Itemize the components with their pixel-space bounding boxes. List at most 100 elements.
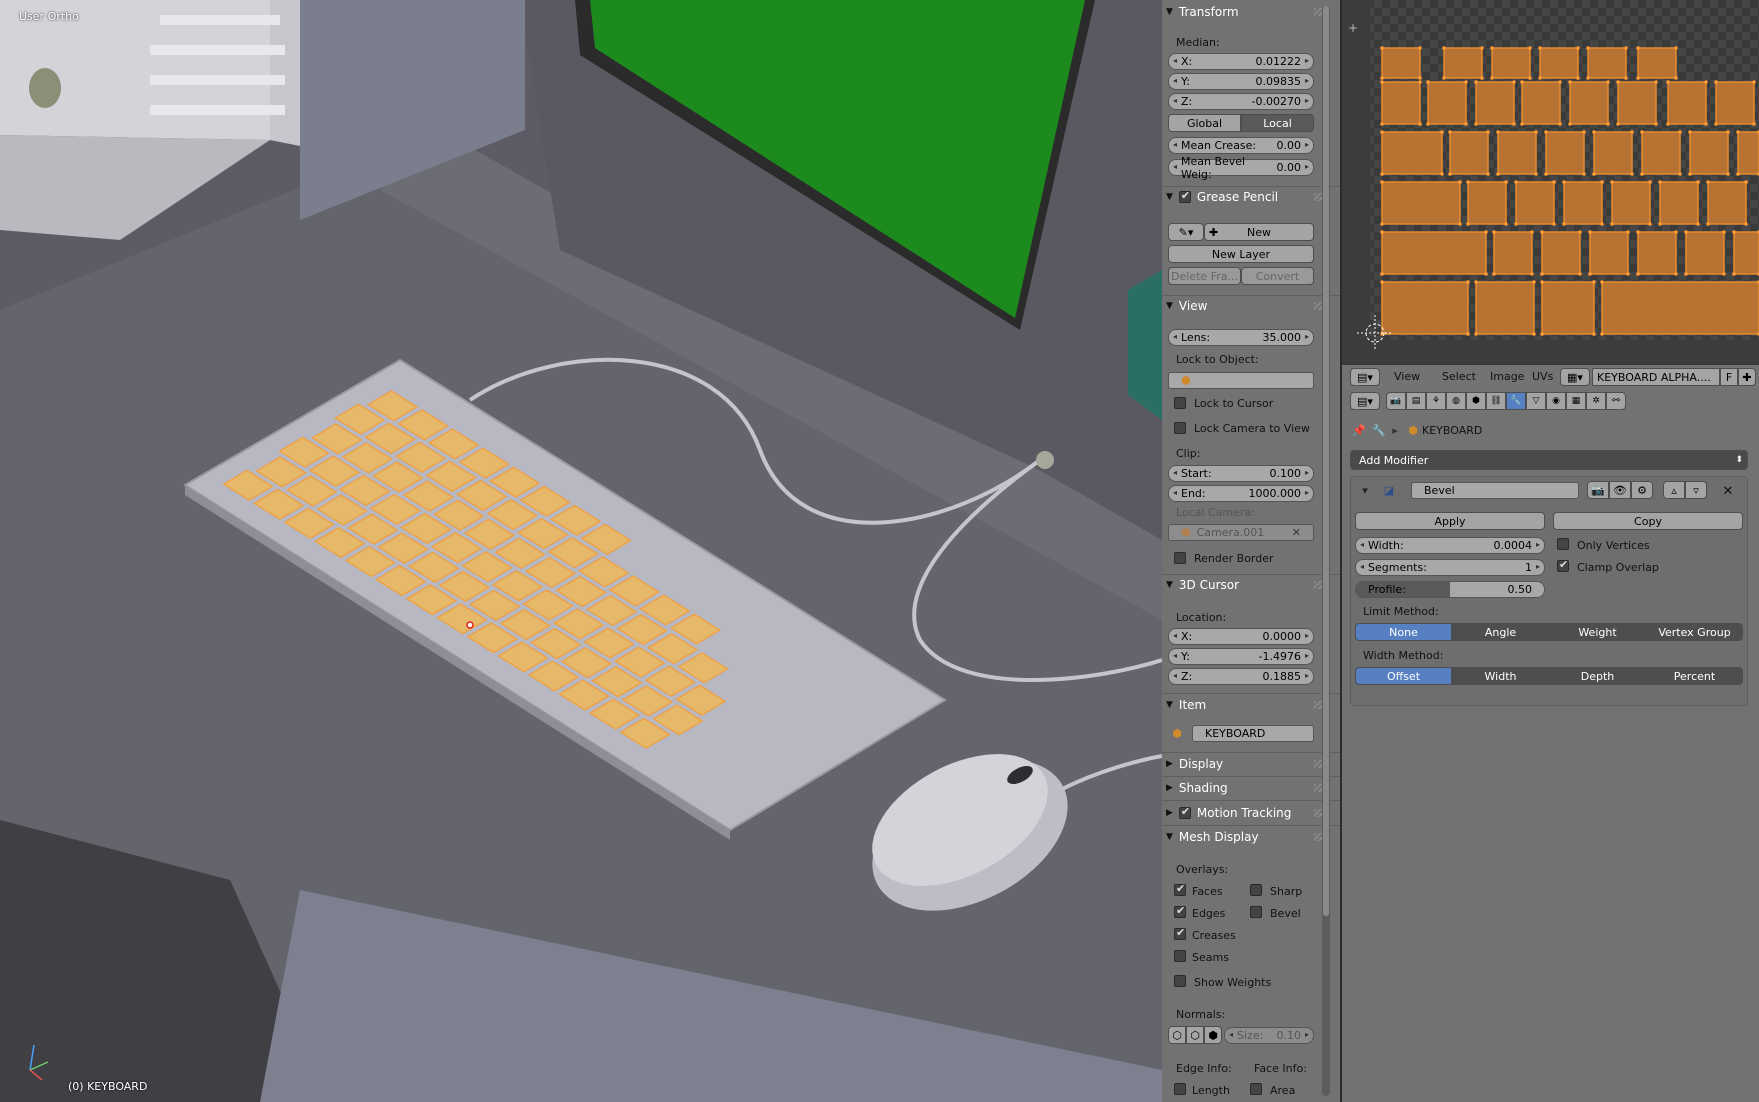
mean-crease-field[interactable]: ◂ Mean Crease: 0.00 ▸	[1168, 137, 1314, 154]
bevel-checkbox[interactable]	[1250, 906, 1262, 918]
image-name-field[interactable]: KEYBOARD ALPHA....	[1592, 368, 1720, 386]
width-method-depth-button[interactable]: Depth	[1549, 667, 1646, 685]
vertex-normals-icon[interactable]: ⬡	[1168, 1026, 1186, 1044]
show-weights-checkbox[interactable]	[1174, 975, 1186, 987]
grease-pencil-panel-header[interactable]: ▼Grease Pencil	[1166, 187, 1328, 207]
transform-panel-header[interactable]: ▼ Transform	[1166, 2, 1328, 22]
sidebar-scrollbar[interactable]	[1322, 6, 1330, 1096]
mesh-display-panel-header[interactable]: ▼ Mesh Display	[1166, 827, 1328, 847]
object-icon[interactable]: ⬢	[1466, 392, 1486, 410]
cursor-z-field[interactable]: ◂ Z: 0.1885 ▸	[1168, 668, 1314, 685]
properties-editor-type-icon[interactable]: ▤▾	[1350, 392, 1380, 410]
render-toggle-icon[interactable]: 📷	[1587, 481, 1609, 499]
new-layer-button[interactable]: New Layer	[1168, 245, 1314, 263]
remove-modifier-icon[interactable]: ✕	[1719, 482, 1737, 500]
new-image-icon[interactable]: ✚	[1738, 368, 1756, 386]
properties-sidebar[interactable]: ▼ Transform Median: ◂ X: 0.01222 ▸ ◂ Y: 0.0983…	[1162, 0, 1340, 1102]
pin-icon[interactable]: 📌	[1350, 421, 1368, 439]
editmode-toggle-icon[interactable]: ⚙	[1631, 481, 1653, 499]
motion-tracking-checkbox[interactable]	[1178, 805, 1191, 819]
profile-slider[interactable]: Profile: 0.50	[1355, 581, 1545, 598]
face-normals-icon[interactable]: ⬢	[1204, 1026, 1222, 1044]
length-checkbox[interactable]	[1174, 1083, 1186, 1095]
width-method-percent-button[interactable]: Percent	[1646, 667, 1743, 685]
data-icon[interactable]: ▽	[1526, 392, 1546, 410]
median-z-field[interactable]: ◂ Z: -0.00270 ▸	[1168, 93, 1314, 110]
convert-button[interactable]: Convert	[1241, 267, 1314, 285]
render-layers-icon[interactable]: ▤	[1406, 392, 1426, 410]
global-toggle[interactable]: Global	[1168, 114, 1241, 132]
scene-icon[interactable]: ⚘	[1426, 392, 1446, 410]
constraints-icon[interactable]: ⛓	[1486, 392, 1506, 410]
mean-bevel-field[interactable]: ◂ Mean Bevel Weig: 0.00 ▸	[1168, 155, 1314, 181]
lens-field[interactable]: ◂ Lens: 35.000 ▸	[1168, 329, 1314, 346]
apply-button[interactable]: Apply	[1355, 512, 1545, 530]
creases-checkbox[interactable]	[1174, 926, 1186, 940]
properties-editor[interactable]: ▤▾ 📷 ▤ ⚘ ◍ ⬢ ⛓ 🔧 ▽ ◉ ▦ ✲ ⚯ 📌 🔧 ▸ ⬢ KEYBOARD Add Mod…	[1342, 389, 1759, 1102]
normals-size-field[interactable]: ◂ Size: 0.10 ▸	[1224, 1027, 1314, 1044]
segments-field[interactable]: ◂ Segments: 1 ▸	[1355, 559, 1545, 576]
limit-none-button[interactable]: None	[1355, 623, 1452, 641]
editor-type-icon[interactable]: ▤▾	[1350, 368, 1380, 386]
scrollbar-thumb[interactable]	[1323, 6, 1329, 916]
clip-start-field[interactable]: ◂ Start: 0.100 ▸	[1168, 465, 1314, 482]
median-y-field[interactable]: ◂ Y: 0.09835 ▸	[1168, 73, 1314, 90]
modifier-name-field[interactable]: Bevel	[1411, 482, 1579, 499]
clip-end-field[interactable]: ◂ End: 1000.000 ▸	[1168, 485, 1314, 502]
texture-icon[interactable]: ▦	[1566, 392, 1586, 410]
delete-frame-button[interactable]: Delete Fra...	[1168, 267, 1241, 285]
loop-normals-icon[interactable]: ⬡	[1186, 1026, 1204, 1044]
add-modifier-dropdown[interactable]: Add Modifier ⬍	[1350, 450, 1748, 470]
width-method-width-button[interactable]: Width	[1452, 667, 1549, 685]
pencil-icon[interactable]: ✎▾	[1168, 223, 1204, 241]
menu-image[interactable]: Image	[1490, 370, 1524, 383]
median-x-field[interactable]: ◂ X: 0.01222 ▸	[1168, 53, 1314, 70]
area-checkbox[interactable]	[1250, 1083, 1262, 1095]
modifiers-icon[interactable]: 🔧	[1506, 392, 1526, 410]
sharp-checkbox[interactable]	[1250, 884, 1262, 896]
image-browse-icon[interactable]: ▦▾	[1560, 368, 1590, 386]
item-name-field[interactable]: KEYBOARD	[1192, 725, 1314, 742]
limit-angle-button[interactable]: Angle	[1452, 623, 1549, 641]
limit-weight-button[interactable]: Weight	[1549, 623, 1646, 641]
grease-pencil-checkbox[interactable]	[1178, 189, 1191, 203]
fake-user-button[interactable]: F	[1720, 368, 1738, 386]
copy-button[interactable]: Copy	[1553, 512, 1743, 530]
local-toggle[interactable]: Local	[1241, 114, 1314, 132]
collapse-modifier-icon[interactable]: ▾	[1357, 482, 1373, 498]
item-panel-header[interactable]: ▼ Item	[1166, 695, 1328, 715]
faces-checkbox[interactable]	[1174, 882, 1186, 896]
seams-checkbox[interactable]	[1174, 950, 1186, 962]
lock-camera-checkbox[interactable]	[1174, 422, 1186, 434]
uv-editor-canvas[interactable]: +	[1342, 0, 1759, 362]
render-icon[interactable]: 📷	[1386, 392, 1406, 410]
viewport-toggle-icon[interactable]: 👁	[1609, 481, 1631, 499]
menu-view[interactable]: View	[1394, 370, 1420, 383]
3d-cursor-panel-header[interactable]: ▼ 3D Cursor	[1166, 575, 1328, 595]
display-panel-header[interactable]: ▶ Display	[1166, 754, 1328, 774]
shading-panel-header[interactable]: ▶ Shading	[1166, 778, 1328, 798]
3d-viewport[interactable]: User Ortho (0) KEYBOARD	[0, 0, 1162, 1102]
limit-vertex-group-button[interactable]: Vertex Group	[1646, 623, 1743, 641]
menu-select[interactable]: Select	[1442, 370, 1476, 383]
view-panel-header[interactable]: ▼ View	[1166, 296, 1328, 316]
cursor-y-field[interactable]: ◂ Y: -1.4976 ▸	[1168, 648, 1314, 665]
physics-icon[interactable]: ⚯	[1606, 392, 1626, 410]
edges-checkbox[interactable]	[1174, 904, 1186, 918]
move-down-icon[interactable]: ▿	[1685, 481, 1707, 499]
only-vertices-checkbox[interactable]	[1557, 538, 1569, 550]
render-border-checkbox[interactable]	[1174, 552, 1186, 564]
clamp-overlap-checkbox[interactable]	[1557, 558, 1569, 572]
lock-object-field[interactable]: ⬢	[1168, 372, 1314, 389]
world-icon[interactable]: ◍	[1446, 392, 1466, 410]
material-icon[interactable]: ◉	[1546, 392, 1566, 410]
width-method-offset-button[interactable]: Offset	[1355, 667, 1452, 685]
menu-uvs[interactable]: UVs	[1532, 370, 1553, 383]
move-up-icon[interactable]: ▵	[1663, 481, 1685, 499]
grease-pencil-new-button[interactable]: ✚ New	[1204, 223, 1314, 241]
lock-to-cursor-checkbox[interactable]	[1174, 397, 1186, 409]
local-camera-field[interactable]: ⬢ Camera.001 ✕	[1168, 524, 1314, 541]
cursor-x-field[interactable]: ◂ X: 0.0000 ▸	[1168, 628, 1314, 645]
motion-tracking-panel-header[interactable]: ▶Motion Tracking	[1166, 803, 1328, 823]
particles-icon[interactable]: ✲	[1586, 392, 1606, 410]
